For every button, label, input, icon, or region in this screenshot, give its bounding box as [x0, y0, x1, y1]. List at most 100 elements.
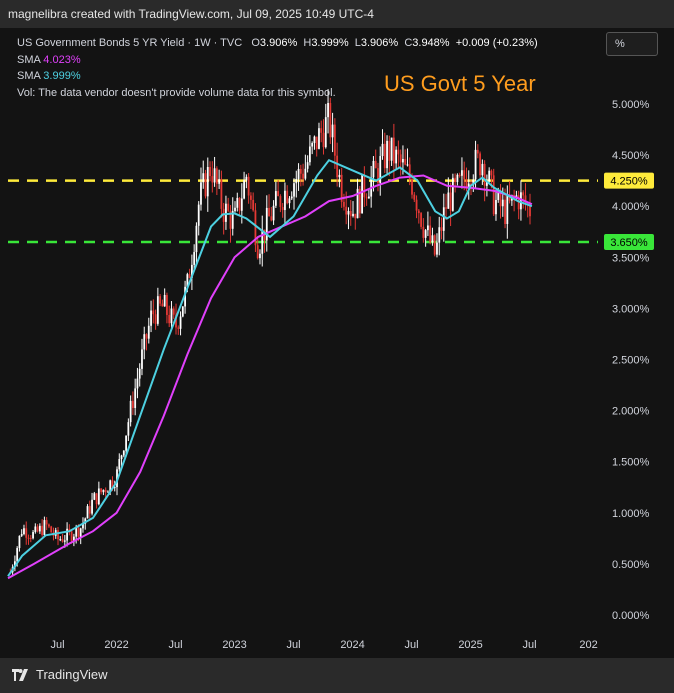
candle-body [315, 136, 318, 149]
candle-body [302, 173, 304, 179]
candle-body [27, 537, 30, 539]
low-value: 3.906% [360, 37, 399, 49]
candle-body [86, 506, 89, 519]
candle-body [520, 192, 522, 210]
percent-scale-button[interactable]: % [606, 32, 658, 56]
candle-body [152, 310, 155, 315]
y-tick-label: 5.000% [612, 99, 650, 111]
candle-body [59, 539, 62, 541]
sma1-label: SMA [17, 53, 41, 66]
candle-body [304, 168, 307, 179]
sma1-row[interactable]: SMA 4.023% [17, 52, 538, 69]
candle-body [406, 164, 409, 166]
candle-body [365, 197, 368, 199]
candle-body [474, 149, 477, 180]
candle-body [481, 163, 484, 176]
ohlc-row[interactable]: US Government Bonds 5 YR Yield · 1W · TV… [17, 35, 538, 52]
candle-body [245, 176, 248, 181]
candle-body [213, 168, 216, 183]
candle-body [118, 459, 121, 470]
candle-body [347, 211, 350, 215]
open-label: O [251, 37, 260, 49]
chart-annotation-title: US Govt 5 Year [384, 71, 536, 96]
candle-body [388, 140, 391, 161]
time-axis[interactable]: Jul 2022 Jul 2023 Jul 2024 Jul 2025 Jul 202 [51, 639, 598, 651]
candle-body [415, 199, 418, 211]
candle-body [150, 310, 152, 326]
candle-body [404, 158, 407, 165]
candle-body [270, 216, 273, 221]
candle-body [77, 526, 80, 537]
candle-body [100, 488, 103, 493]
candle-body [501, 199, 504, 207]
candle-body [299, 168, 302, 174]
candle-body [374, 160, 377, 169]
candle-body [431, 235, 434, 243]
candle-body [143, 334, 146, 350]
candle-body [438, 227, 441, 243]
candle-body [48, 524, 50, 527]
candle-body [141, 349, 143, 369]
candle-body [306, 162, 309, 169]
candle-body [308, 146, 311, 163]
candle-body [327, 103, 329, 118]
candle-body [93, 493, 96, 500]
candle-body [34, 526, 37, 533]
candle-body [329, 103, 332, 138]
y-tick-label: 1.000% [612, 508, 650, 520]
candle-body [177, 327, 180, 329]
candle-body [372, 160, 375, 178]
candle-body [361, 175, 363, 214]
candle-body [236, 197, 239, 208]
candle-body [386, 140, 388, 169]
candle-body [138, 368, 141, 379]
open-value: 3.906% [259, 37, 298, 49]
candle-body [274, 191, 277, 206]
candle-body [61, 539, 64, 542]
candle-body [129, 400, 132, 423]
candle-body [411, 179, 413, 195]
candle-body [200, 182, 202, 205]
candle-body [488, 170, 491, 182]
candle-body [313, 136, 316, 144]
price-chart[interactable]: 5.000% 4.500% 4.000% 3.500% 3.000% 2.500% 2.00… [0, 0, 674, 693]
candle-body [288, 198, 291, 204]
candle-body [134, 388, 137, 408]
candle-body [424, 230, 427, 238]
resistance-label: 4.250% [610, 176, 648, 188]
candle-body [381, 143, 384, 157]
candle-body [395, 149, 398, 164]
candle-body [91, 499, 93, 514]
candle-body [504, 199, 506, 224]
candle-body [243, 180, 245, 199]
candle-body [29, 537, 32, 539]
candle-body [490, 170, 493, 176]
x-tick-label: Jul [523, 639, 537, 651]
candle-body [36, 526, 39, 532]
candle-body [293, 183, 295, 197]
y-tick-label: 1.500% [612, 457, 650, 469]
x-tick-label: 2023 [222, 639, 246, 651]
candle-body [252, 199, 255, 211]
candle-body [209, 167, 211, 177]
y-tick-label: 4.500% [612, 150, 650, 162]
candle-body [402, 158, 404, 163]
candle-body [320, 128, 323, 133]
candle-body [79, 528, 82, 537]
candle-body [429, 225, 432, 243]
candle-body [297, 168, 300, 179]
candle-body [159, 296, 162, 304]
candle-body [451, 177, 454, 211]
candle-body [240, 198, 243, 211]
close-value: 3.948% [412, 37, 450, 49]
candle-body [63, 540, 66, 542]
candle-body [104, 489, 107, 493]
sma2-label: SMA [17, 70, 41, 82]
candle-body [125, 435, 127, 451]
candle-body [38, 525, 41, 532]
candle-body [161, 303, 164, 307]
candle-body [136, 378, 139, 389]
candle-body [168, 314, 171, 324]
y-tick-label: 0.500% [612, 559, 650, 571]
candle-body [413, 194, 416, 200]
